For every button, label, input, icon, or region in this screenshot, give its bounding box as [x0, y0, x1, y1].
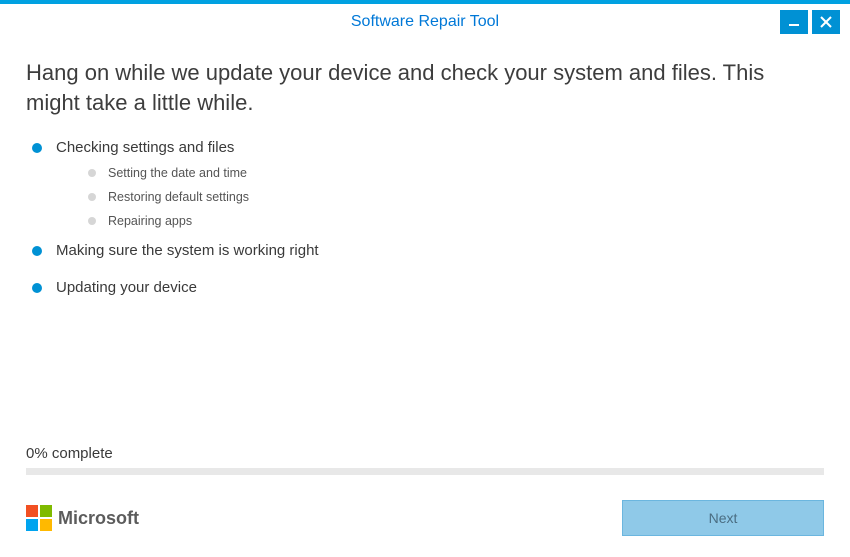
bullet-icon: [32, 246, 42, 256]
step-label: Making sure the system is working right: [56, 242, 319, 259]
microsoft-logo: Microsoft: [26, 505, 139, 531]
microsoft-squares-icon: [26, 505, 52, 531]
window-title: Software Repair Tool: [351, 13, 499, 31]
substeps-list: Setting the date and time Restoring defa…: [88, 166, 824, 228]
headline-text: Hang on while we update your device and …: [26, 58, 824, 117]
content-area: Hang on while we update your device and …: [0, 40, 850, 493]
steps-list: Checking settings and files Setting the …: [32, 139, 824, 316]
sub-bullet-icon: [88, 169, 96, 177]
brand-text: Microsoft: [58, 508, 139, 529]
close-button[interactable]: [812, 10, 840, 34]
window-controls: [780, 10, 840, 34]
substep-item: Restoring default settings: [88, 190, 824, 204]
substep-item: Setting the date and time: [88, 166, 824, 180]
bullet-icon: [32, 283, 42, 293]
step-item: Checking settings and files: [32, 139, 824, 156]
next-button-label: Next: [709, 510, 738, 526]
substep-item: Repairing apps: [88, 214, 824, 228]
substep-label: Restoring default settings: [108, 190, 249, 204]
sub-bullet-icon: [88, 193, 96, 201]
titlebar: Software Repair Tool: [0, 4, 850, 40]
footer: Microsoft Next: [0, 493, 850, 557]
sub-bullet-icon: [88, 217, 96, 225]
close-icon: [820, 16, 832, 28]
app-window: Software Repair Tool Hang on while we up…: [0, 0, 850, 557]
progress-bar: [26, 468, 824, 475]
step-item: Making sure the system is working right: [32, 242, 824, 259]
progress-area: 0% complete: [26, 445, 824, 493]
step-label: Checking settings and files: [56, 139, 234, 156]
step-item: Updating your device: [32, 279, 824, 296]
next-button[interactable]: Next: [622, 500, 824, 536]
step-label: Updating your device: [56, 279, 197, 296]
minimize-button[interactable]: [780, 10, 808, 34]
progress-label: 0% complete: [26, 445, 824, 462]
bullet-icon: [32, 143, 42, 153]
substep-label: Repairing apps: [108, 214, 192, 228]
substep-label: Setting the date and time: [108, 166, 247, 180]
